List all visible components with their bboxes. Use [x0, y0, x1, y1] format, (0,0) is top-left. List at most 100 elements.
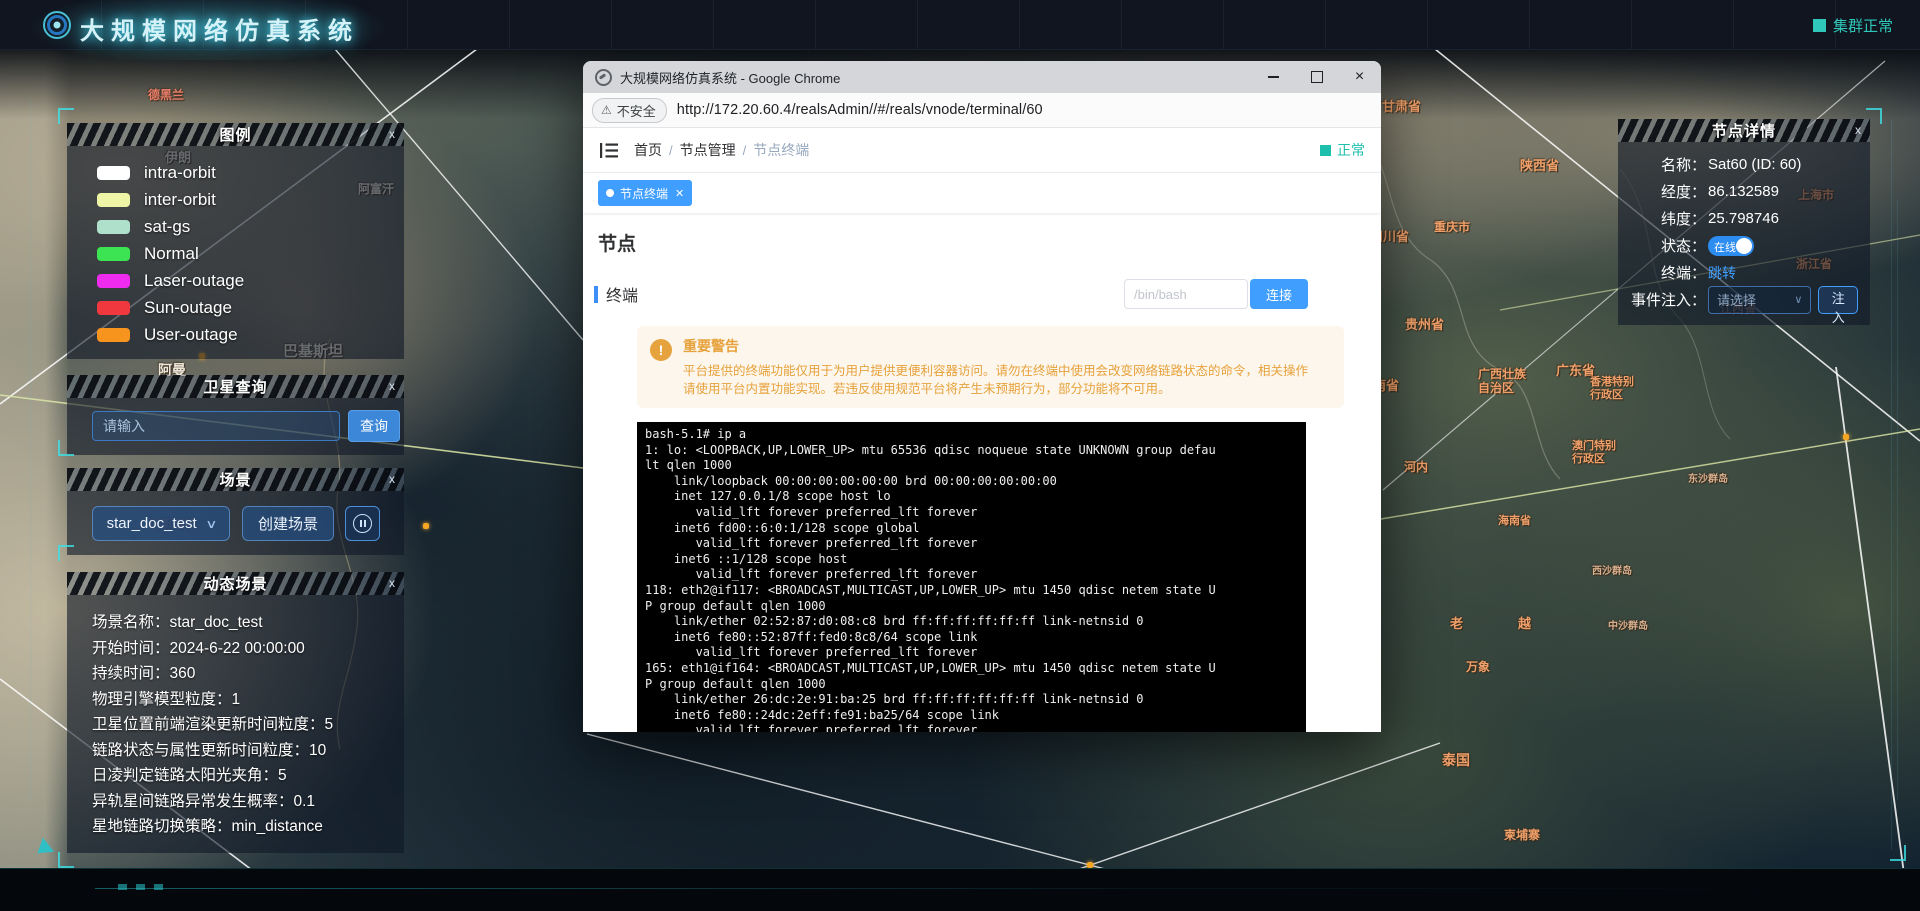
- terminal-section-row: 终端 连接: [594, 279, 1370, 309]
- event-inject-row: 事件注入： 请选择 ∨ 注入: [1626, 286, 1858, 313]
- bottom-dash: [136, 884, 145, 890]
- breadcrumb-separator: /: [743, 143, 747, 158]
- scene-select-value: star_doc_test: [107, 515, 197, 532]
- satellite-search-input[interactable]: [92, 411, 340, 441]
- app-root: 德黑兰伊朗阿富汗巴基斯坦阿曼马斯喀特甘肃省陕西省四川省重庆市贵州省云南省广西壮族…: [0, 0, 1920, 911]
- app-logo-icon: [42, 10, 72, 40]
- window-close-button[interactable]: ×: [1338, 61, 1381, 93]
- tab-label: 节点终端: [620, 185, 668, 202]
- status-square-icon: [1320, 145, 1331, 156]
- warning-alert: ! 重要警告 平台提供的终端功能仅用于为用户提供更便利容器访问。请勿在终端中使用…: [637, 326, 1344, 408]
- tab-node-terminal[interactable]: 节点终端 ✕: [598, 180, 692, 206]
- legend-item-label: Normal: [144, 244, 199, 264]
- sidebar-fold-icon[interactable]: [600, 143, 618, 158]
- breadcrumb-home[interactable]: 首页: [634, 140, 662, 160]
- section-accent-bar: [594, 286, 598, 303]
- satellite-query-title-bar: 卫星查询 x: [67, 375, 404, 398]
- dynamic-scene-row: 链路状态与属性更新时间粒度：10: [92, 738, 404, 764]
- scene-panel: 场景 x star_doc_test ∨ 创建场景: [67, 468, 404, 555]
- satellite-query-title: 卫星查询: [203, 376, 267, 397]
- dynamic-scene-row: 物理引擎模型粒度：1: [92, 687, 404, 713]
- legend-swatch: [97, 328, 130, 342]
- dynamic-scene-close-icon[interactable]: x: [389, 575, 395, 591]
- dynamic-scene-row: 异轨星间链路异常发生概率：0.1: [92, 789, 404, 815]
- bottom-dash: [118, 884, 127, 890]
- dynamic-scene-title-bar: 动态场景 x: [67, 572, 404, 595]
- legend-swatch: [97, 193, 130, 207]
- node-longitude-value: 86.132589: [1708, 183, 1779, 200]
- legend-item-label: sat-gs: [144, 217, 190, 237]
- window-maximize-button[interactable]: [1295, 61, 1338, 93]
- node-details-title-bar: 节点详情 x: [1618, 119, 1870, 142]
- node-status-toggle[interactable]: 在线: [1708, 236, 1754, 256]
- breadcrumb-separator: /: [669, 143, 673, 158]
- legend-item: inter-orbit: [97, 186, 404, 213]
- scene-close-icon[interactable]: x: [389, 471, 395, 487]
- inject-button[interactable]: 注入: [1818, 286, 1858, 314]
- event-select-dropdown[interactable]: 请选择 ∨: [1708, 286, 1811, 314]
- node-details-close-icon[interactable]: x: [1855, 122, 1861, 138]
- legend-swatch: [97, 220, 130, 234]
- legend-item: sat-gs: [97, 213, 404, 240]
- cluster-status-label: 集群正常: [1833, 15, 1893, 36]
- legend-title-bar: 图例 x: [67, 123, 404, 146]
- page-status-label: 正常: [1337, 140, 1365, 160]
- security-badge-label: 不安全: [617, 101, 656, 120]
- connect-button[interactable]: 连接: [1250, 279, 1308, 309]
- chrome-window: 大规模网络仿真系统 - Google Chrome × ⚠ 不安全 http:/…: [583, 61, 1381, 731]
- close-icon: ×: [1355, 69, 1364, 85]
- chrome-favicon-icon: [595, 69, 612, 86]
- pause-scene-button[interactable]: [345, 506, 380, 541]
- chrome-url-bar[interactable]: ⚠ 不安全 http://172.20.60.4/realsAdmin//#/r…: [583, 93, 1381, 128]
- node-status-row: 状态： 在线: [1626, 232, 1858, 259]
- legend-title: 图例: [219, 124, 251, 145]
- satellite-query-close-icon[interactable]: x: [389, 378, 395, 394]
- page-main: 节点 终端 连接 ! 重要警告 平台提供的终端功能仅用于为用户提供更便利容器访问…: [583, 213, 1381, 732]
- dynamic-scene-panel: 动态场景 x 场景名称：star_doc_test开始时间：2024-6-22 …: [67, 572, 404, 853]
- legend-swatch: [97, 274, 130, 288]
- satellite-marker[interactable]: [1843, 434, 1849, 440]
- satellite-marker[interactable]: [423, 523, 429, 529]
- pause-icon: [353, 514, 372, 533]
- node-name-label: 名称：: [1626, 154, 1706, 175]
- warning-title: 重要警告: [683, 336, 1330, 356]
- node-longitude-label: 经度：: [1626, 181, 1706, 202]
- legend-item: User-outage: [97, 321, 404, 348]
- breadcrumb-node-terminal: 节点终端: [753, 140, 809, 160]
- dynamic-scene-title: 动态场景: [203, 573, 267, 594]
- tags-view-bar: 节点终端 ✕: [583, 173, 1381, 213]
- breadcrumb-row: 首页 / 节点管理 / 节点终端 正常: [583, 128, 1381, 173]
- scene-title: 场景: [219, 469, 251, 490]
- chevron-down-icon: ∨: [1794, 293, 1802, 306]
- frame-edge-left: [30, 100, 31, 800]
- tab-close-icon[interactable]: ✕: [675, 187, 684, 200]
- shell-path-input[interactable]: [1124, 279, 1248, 309]
- legend-item: intra-orbit: [97, 159, 404, 186]
- terminal-text: bash-5.1# ip a 1: lo: <LOOPBACK,UP,LOWER…: [645, 427, 1306, 732]
- url-text[interactable]: http://172.20.60.4/realsAdmin//#/reals/v…: [677, 102, 1043, 118]
- node-longitude-row: 经度： 86.132589: [1626, 178, 1858, 205]
- bottom-dash: [154, 884, 163, 890]
- breadcrumb-node-management[interactable]: 节点管理: [680, 140, 736, 160]
- corner-bracket: [1866, 108, 1882, 124]
- create-scene-button[interactable]: 创建场景: [242, 506, 334, 541]
- bottom-bar: [0, 868, 1920, 911]
- satellite-search-button[interactable]: 查询: [348, 410, 400, 442]
- browser-content: 首页 / 节点管理 / 节点终端 正常 节点终端 ✕ 节点: [583, 128, 1381, 732]
- dynamic-scene-row: 开始时间：2024-6-22 00:00:00: [92, 636, 404, 662]
- security-badge[interactable]: ⚠ 不安全: [592, 98, 667, 123]
- terminal-output[interactable]: bash-5.1# ip a 1: lo: <LOOPBACK,UP,LOWER…: [637, 422, 1306, 732]
- legend-close-icon[interactable]: x: [389, 126, 395, 142]
- window-minimize-button[interactable]: [1252, 61, 1295, 93]
- chrome-window-title: 大规模网络仿真系统 - Google Chrome: [620, 68, 840, 87]
- scene-select-dropdown[interactable]: star_doc_test ∨: [92, 506, 230, 541]
- app-title: 大规模网络仿真系统: [80, 11, 359, 46]
- node-latitude-label: 纬度：: [1626, 208, 1706, 229]
- node-terminal-link[interactable]: 跳转: [1708, 263, 1736, 283]
- cluster-status: 集群正常: [1813, 15, 1893, 36]
- legend-item: Laser-outage: [97, 267, 404, 294]
- legend-item-label: Sun-outage: [144, 298, 232, 318]
- legend-item: Sun-outage: [97, 294, 404, 321]
- chrome-title-bar[interactable]: 大规模网络仿真系统 - Google Chrome ×: [583, 61, 1381, 93]
- node-name-value: Sat60 (ID: 60): [1708, 156, 1801, 173]
